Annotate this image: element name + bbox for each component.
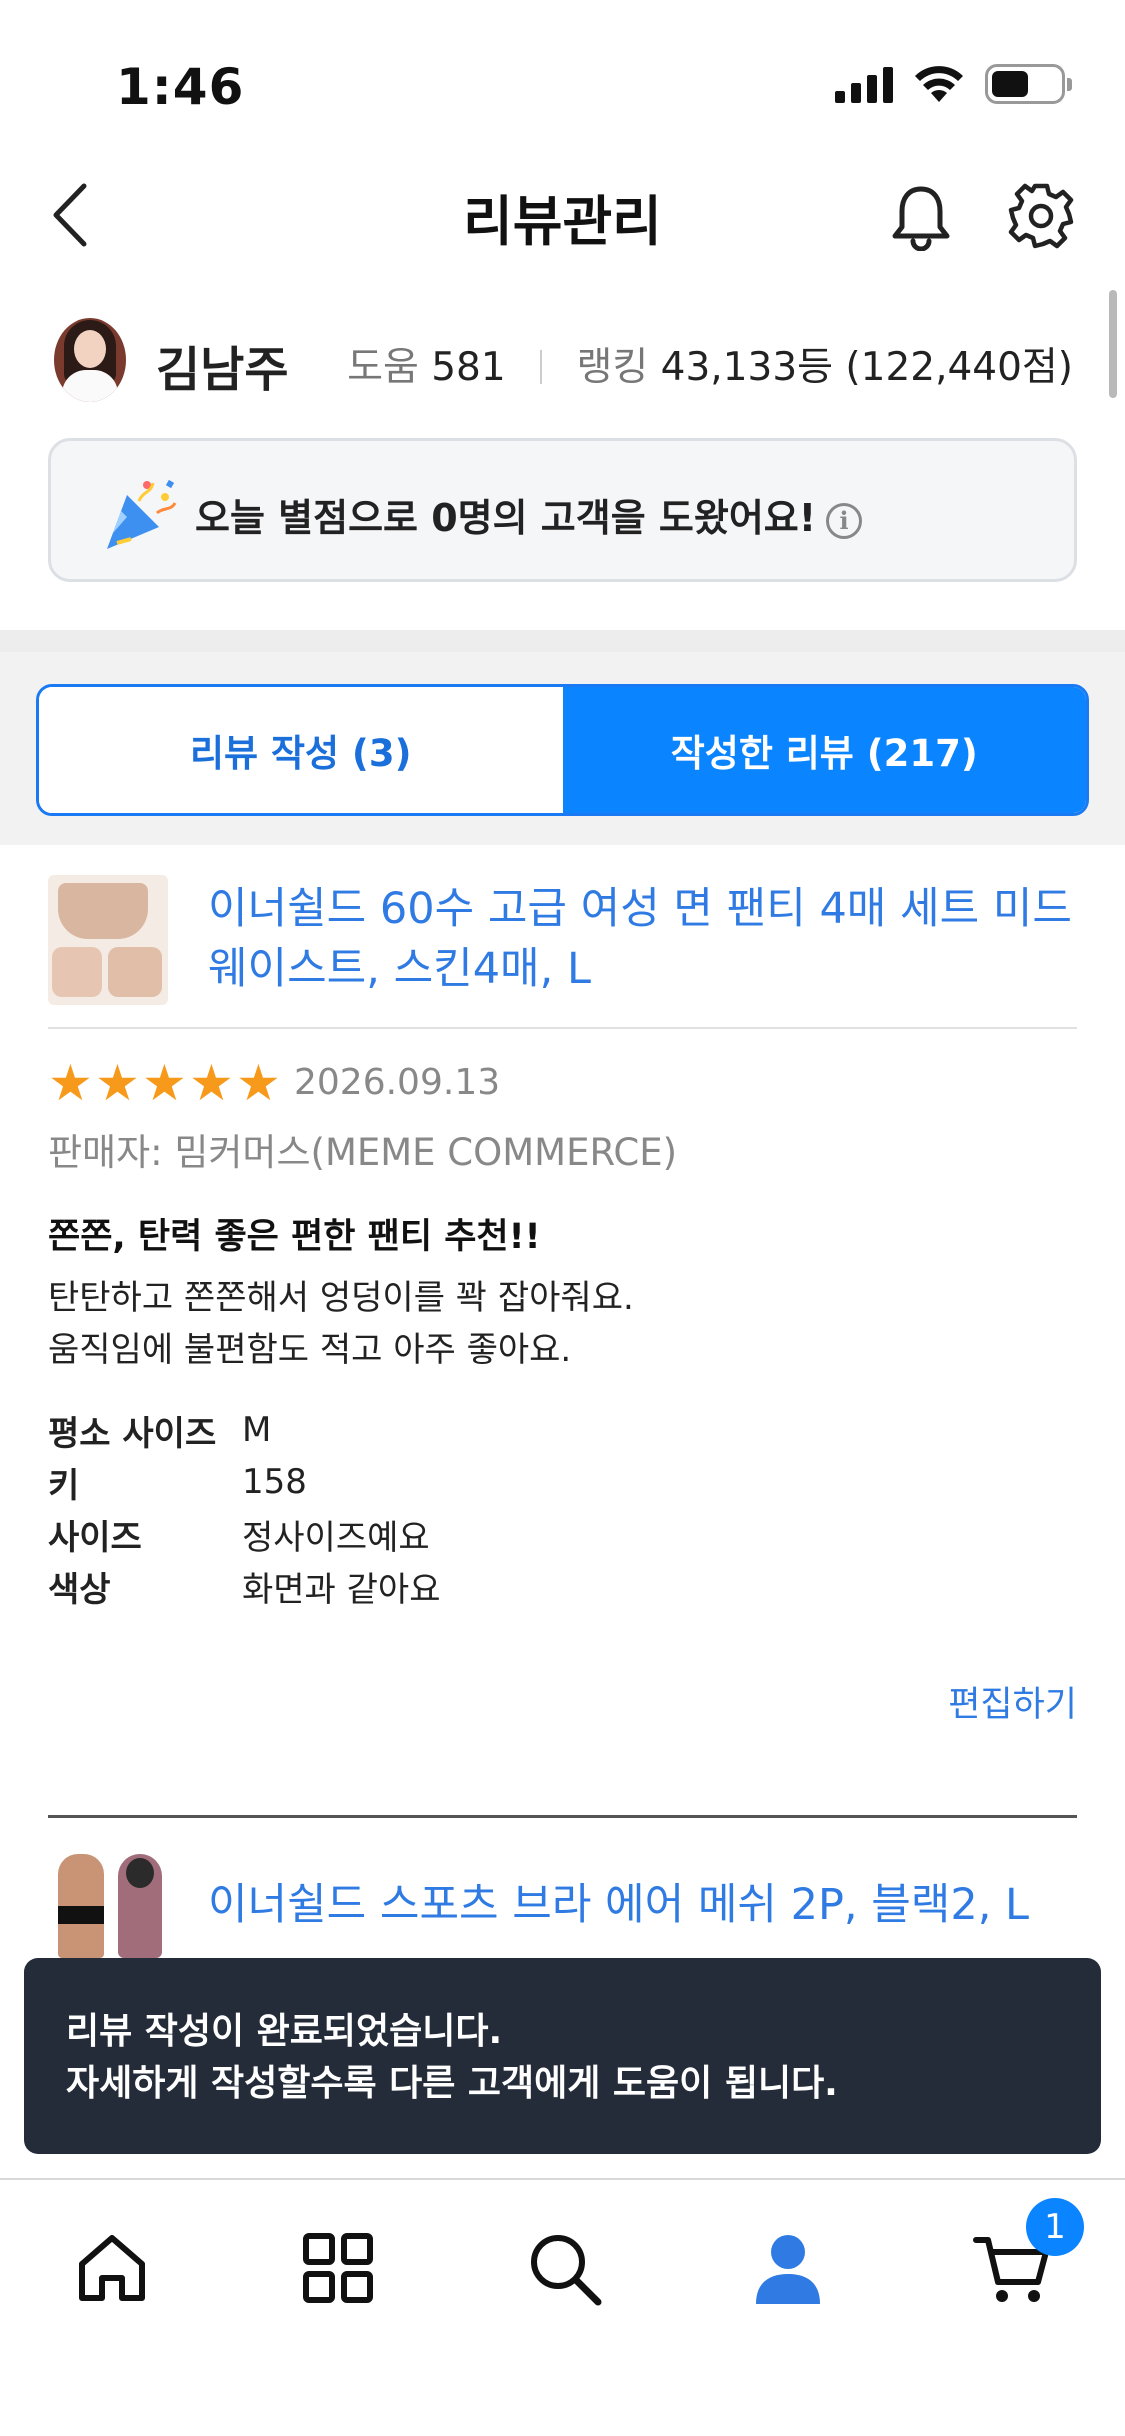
review-tabs: 리뷰 작성 (3) 작성한 리뷰 (217) [36, 684, 1089, 816]
review-body-line: 탄탄하고 쫀쫀해서 엉덩이를 꽉 잡아줘요. [48, 1278, 634, 1318]
tab-write-review[interactable]: 리뷰 작성 (3) [39, 687, 563, 813]
star-icon: ★ [236, 1054, 281, 1112]
toast-message: 리뷰 작성이 완료되었습니다. 자세하게 작성할수록 다른 고객에게 도움이 됩… [24, 1958, 1101, 2154]
profile-summary: 김남주 도움 581 랭킹 43,133등 (122,440점) [0, 318, 1125, 408]
attribute-value: 화면과 같아요 [242, 1569, 441, 1610]
attribute-row: 색상 화면과 같아요 [48, 1560, 441, 1612]
party-popper-icon [107, 479, 177, 549]
star-rating: ★ ★ ★ ★ ★ [48, 1054, 283, 1112]
review-headline: 쫀쫀, 탄력 좋은 편한 팬티 추천!! [48, 1217, 541, 1257]
toast-line: 자세하게 작성할수록 다른 고객에게 도움이 됩니다. [66, 2063, 838, 2104]
status-time: 1:46 [116, 58, 245, 116]
search-icon[interactable] [524, 2228, 604, 2308]
star-icon: ★ [142, 1054, 187, 1112]
bell-icon[interactable] [890, 183, 952, 251]
review-separator [48, 1815, 1077, 1818]
review-attributes: 평소 사이즈 M 키 158 사이즈 정사이즈예요 색상 화면과 같아요 [48, 1404, 441, 1612]
bottom-navigation [0, 2178, 1125, 2436]
attribute-key: 키 [48, 1465, 80, 1506]
attribute-key: 색상 [48, 1569, 111, 1610]
stats-divider [540, 350, 543, 384]
divider [48, 1027, 1077, 1029]
star-icon: ★ [95, 1054, 140, 1112]
toast-line: 리뷰 작성이 완료되었습니다. [66, 2011, 503, 2052]
edit-review-link[interactable]: 편집하기 [948, 1676, 1077, 1727]
grid-icon[interactable] [298, 2228, 378, 2308]
attribute-value: 158 [242, 1462, 307, 1502]
app-header: 리뷰관리 [0, 165, 1125, 265]
attribute-row: 사이즈 정사이즈예요 [48, 1508, 441, 1560]
product-thumbnail[interactable] [48, 875, 168, 1005]
cellular-signal-icon [835, 65, 893, 103]
star-icon: ★ [189, 1054, 234, 1112]
attribute-value: M [242, 1410, 272, 1450]
rank-value: 43,133등 (122,440점) [660, 345, 1073, 390]
gear-icon[interactable] [1008, 183, 1074, 249]
product-title-link[interactable]: 이너쉴드 스포츠 브라 에어 메쉬 2P, 블랙2, L [208, 1875, 1088, 1935]
review-date: 2026.09.13 [294, 1062, 501, 1103]
attribute-key: 평소 사이즈 [48, 1413, 217, 1454]
attribute-value: 정사이즈예요 [242, 1517, 430, 1558]
avatar[interactable] [54, 318, 126, 402]
help-label: 도움 [347, 345, 419, 390]
wifi-icon [915, 66, 963, 102]
attribute-key: 사이즈 [48, 1517, 142, 1558]
tab-written-reviews[interactable]: 작성한 리뷰 (217) [562, 687, 1086, 813]
profile-stats: 도움 581 랭킹 43,133등 (122,440점) [347, 336, 1073, 392]
status-bar: 1:46 [0, 0, 1125, 150]
seller-name: 판매자: 밈커머스(MEME COMMERCE) [48, 1131, 678, 1174]
home-icon[interactable] [72, 2228, 152, 2308]
cart-count-badge: 1 [1026, 2198, 1084, 2256]
battery-icon [985, 64, 1072, 104]
info-icon[interactable]: i [826, 503, 863, 539]
product-title-link[interactable]: 이너쉴드 60수 고급 여성 면 팬티 4매 세트 미드웨이스트, 스킨4매, … [208, 879, 1088, 999]
review-body: 탄탄하고 쫀쫀해서 엉덩이를 꽉 잡아줘요. 움직임에 불편함도 적고 아주 좋… [48, 1272, 634, 1376]
attribute-row: 키 158 [48, 1456, 441, 1508]
profile-name: 김남주 [156, 342, 289, 398]
banner-text: 오늘 별점으로 0명의 고객을 도왔어요! i [195, 487, 863, 542]
product-thumbnail[interactable] [48, 1850, 168, 1960]
status-icons [835, 64, 1072, 104]
review-body-line: 움직임에 불편함도 적고 아주 좋아요. [48, 1330, 572, 1370]
help-count: 581 [431, 345, 506, 390]
star-icon: ★ [48, 1054, 93, 1112]
attribute-row: 평소 사이즈 M [48, 1404, 441, 1456]
user-icon[interactable] [748, 2228, 828, 2308]
help-banner: 오늘 별점으로 0명의 고객을 도왔어요! i [48, 438, 1077, 582]
page-title: 리뷰관리 [463, 190, 662, 253]
rank-label: 랭킹 [576, 345, 649, 390]
